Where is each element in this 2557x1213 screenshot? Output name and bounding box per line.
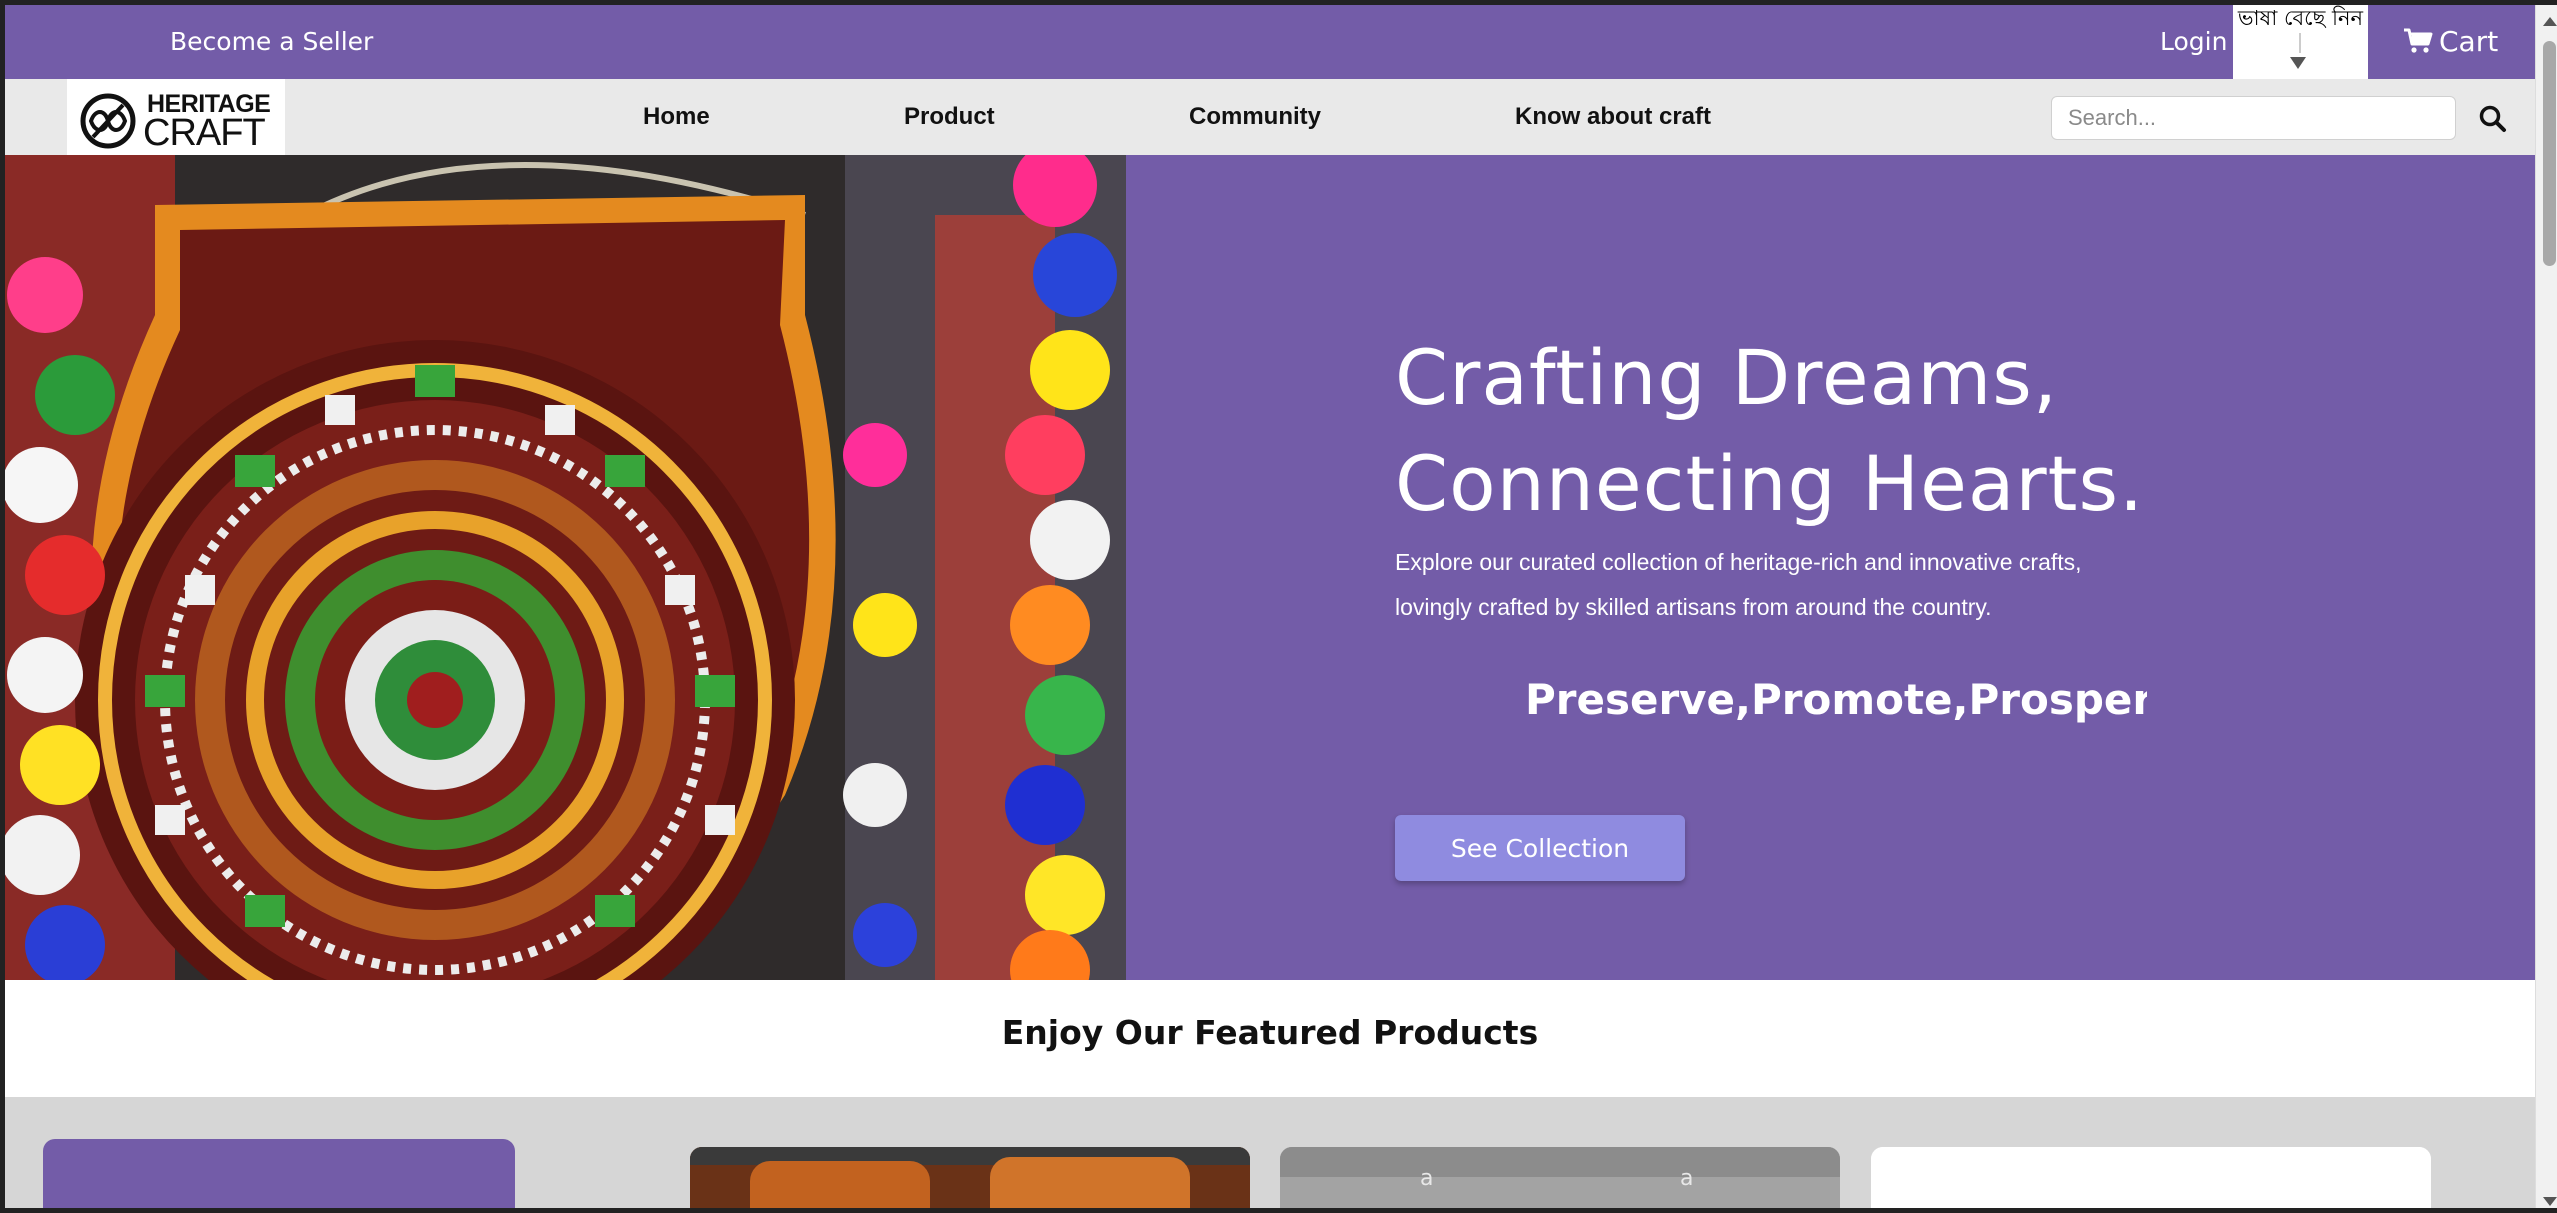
hero-section: Crafting Dreams, Connecting Hearts. Expl… bbox=[5, 155, 2535, 980]
hero-title: Crafting Dreams, Connecting Hearts. bbox=[1395, 325, 2144, 537]
knot-logo-icon bbox=[80, 93, 136, 149]
product-card[interactable] bbox=[690, 1147, 1250, 1208]
main-navbar: HERITAGE CRAFT Home Product Community Kn… bbox=[5, 79, 2535, 155]
nav-community[interactable]: Community bbox=[1189, 79, 1321, 155]
nav-product[interactable]: Product bbox=[904, 79, 995, 155]
search-input[interactable] bbox=[2051, 96, 2456, 140]
product-image bbox=[690, 1147, 1250, 1208]
svg-text:a: a bbox=[1420, 1166, 1433, 1191]
hero-description: Explore our curated collection of herita… bbox=[1395, 549, 2082, 620]
hero-title-line2: Connecting Hearts. bbox=[1395, 439, 2145, 528]
product-image: a a bbox=[1280, 1147, 1840, 1208]
cart-label: Cart bbox=[2439, 25, 2499, 58]
search-button[interactable] bbox=[2478, 104, 2508, 134]
top-bar: Become a Seller Login ভাষা বেছে নিন Cart bbox=[5, 5, 2535, 79]
featured-products-section: a a bbox=[5, 1097, 2535, 1208]
see-collection-button[interactable]: See Collection bbox=[1395, 815, 1685, 881]
language-select[interactable]: ভাষা বেছে নিন bbox=[2233, 5, 2368, 79]
nav-know-about-craft[interactable]: Know about craft bbox=[1515, 79, 1711, 155]
featured-products-heading: Enjoy Our Featured Products bbox=[1001, 1013, 1539, 1052]
search-icon bbox=[2479, 105, 2506, 132]
page-scrollbar[interactable] bbox=[2535, 5, 2557, 1208]
browser-viewport: Become a Seller Login ভাষা বেছে নিন Cart… bbox=[0, 0, 2557, 1213]
hero-marquee: Preserve,Promote,Prosper: Joi bbox=[1525, 670, 2147, 730]
language-select-label: ভাষা বেছে নিন bbox=[2237, 6, 2364, 30]
scroll-down-arrow-icon[interactable] bbox=[2543, 1197, 2557, 1206]
product-card[interactable] bbox=[1871, 1147, 2431, 1208]
product-card[interactable]: a a bbox=[1280, 1147, 1840, 1208]
cart-link[interactable]: Cart bbox=[2403, 5, 2498, 79]
product-image bbox=[1871, 1147, 2431, 1208]
cart-icon bbox=[2404, 28, 2433, 53]
dropdown-arrow-icon bbox=[2290, 57, 2306, 69]
hero-title-line1: Crafting Dreams, bbox=[1395, 333, 2059, 422]
brand-logo[interactable]: HERITAGE CRAFT bbox=[67, 79, 285, 155]
nav-home[interactable]: Home bbox=[643, 79, 710, 155]
scroll-up-arrow-icon[interactable] bbox=[2543, 17, 2557, 26]
hero-marquee-text: Preserve,Promote,Prosper: Joi bbox=[1525, 675, 2147, 724]
featured-promo-card bbox=[43, 1139, 515, 1208]
language-select-divider bbox=[2299, 33, 2301, 53]
become-seller-link[interactable]: Become a Seller bbox=[170, 5, 373, 79]
scrollbar-thumb[interactable] bbox=[2543, 41, 2556, 266]
hero-image-embroidered-bag bbox=[5, 155, 1126, 980]
login-link[interactable]: Login bbox=[2160, 5, 2227, 79]
svg-text:a: a bbox=[1680, 1166, 1693, 1191]
logo-text-craft: CRAFT bbox=[143, 112, 266, 154]
